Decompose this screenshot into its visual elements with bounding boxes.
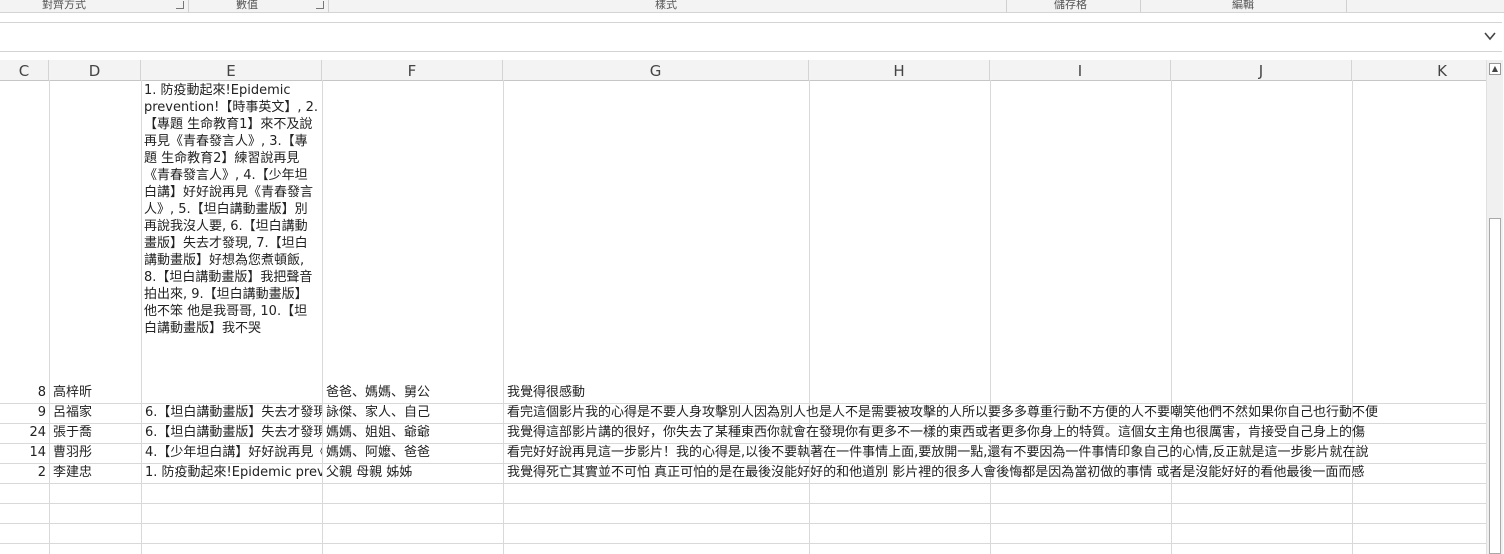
table-cell-e[interactable]: 6.【坦白講動畫版】失去才發現 xyxy=(141,423,322,443)
table-cell-g[interactable]: 我覺得很感動 xyxy=(503,383,809,403)
worksheet-grid: C D E F G H I J K 8 高梓昕 1. 防疫動起來!Epidemi… xyxy=(0,60,1486,554)
table-cell-g[interactable]: 我覺得這部影片講的很好，你失去了某種東西你就會在發現你有更多不一樣的東西或者更多… xyxy=(503,423,1486,443)
table-cell-g[interactable]: 看完好好說再見這一步影片！我的心得是,以後不要執著在一件事情上面,要放開一點,還… xyxy=(503,443,1486,463)
table-cell-e[interactable]: 6.【坦白講動畫版】失去才發現 xyxy=(141,403,322,423)
ribbon-group-number: 數值 xyxy=(236,0,258,11)
alignment-dialog-launcher-icon[interactable] xyxy=(176,1,184,9)
table-cell-c[interactable]: 14 xyxy=(0,443,49,463)
column-header-h[interactable]: H xyxy=(809,60,990,80)
ribbon-separator xyxy=(1346,0,1347,12)
ribbon-group-labels: 對齊方式 數值 樣式 儲存格 編輯 xyxy=(0,0,1504,13)
ribbon-separator xyxy=(328,0,329,12)
number-dialog-launcher-icon[interactable] xyxy=(316,1,324,9)
formula-input[interactable] xyxy=(0,23,1480,51)
table-cell-d[interactable]: 曹羽彤 xyxy=(49,443,141,463)
column-header-d[interactable]: D xyxy=(49,60,141,80)
table-cell-f[interactable]: 媽媽、阿嬤、爸爸 xyxy=(322,443,503,463)
gridline xyxy=(0,543,1486,544)
table-cell-c[interactable]: 9 xyxy=(0,403,49,423)
table-cell-f[interactable]: 爸爸、媽媽、舅公 xyxy=(322,383,503,403)
chevron-down-icon[interactable] xyxy=(1482,29,1498,45)
table-cell-g[interactable]: 我覺得死亡其實並不可怕 真正可怕的是在最後沒能好好的和他道別 影片裡的很多人會後… xyxy=(503,463,1486,483)
table-cell-d[interactable]: 李建忠 xyxy=(49,463,141,483)
table-cell-e[interactable]: 4.【少年坦白講】好好說再見《青春發言人》 xyxy=(141,443,322,463)
ribbon-group-alignment: 對齊方式 xyxy=(42,0,86,11)
scroll-up-arrow-icon[interactable]: ▲ xyxy=(1489,63,1501,75)
ribbon-group-editing: 編輯 xyxy=(1232,0,1254,11)
table-cell-d[interactable]: 呂福家 xyxy=(49,403,141,423)
column-header-i[interactable]: I xyxy=(990,60,1171,80)
column-header-c[interactable]: C xyxy=(0,60,49,80)
ribbon-separator xyxy=(1006,0,1007,12)
table-cell-f[interactable]: 媽媽、姐姐、爺爺 xyxy=(322,423,503,443)
column-header-f[interactable]: F xyxy=(322,60,503,80)
gridline xyxy=(0,503,1486,504)
gridline xyxy=(0,483,1486,484)
column-header-g[interactable]: G xyxy=(503,60,809,80)
ribbon-separator xyxy=(188,0,189,12)
table-cell-d[interactable]: 高梓昕 xyxy=(49,383,141,403)
ribbon-separator xyxy=(1140,0,1141,12)
ribbon-group-styles: 樣式 xyxy=(655,0,677,11)
formula-bar xyxy=(0,22,1502,52)
gridline xyxy=(0,523,1486,524)
table-cell-e-wrapped[interactable]: 1. 防疫動起來!Epidemic prevention!【時事英文】, 2.【… xyxy=(141,82,322,403)
table-cell-c[interactable]: 2 xyxy=(0,463,49,483)
column-header-j[interactable]: J xyxy=(1171,60,1352,80)
table-cell-g[interactable]: 看完這個影片我的心得是不要人身攻擊別人因為別人也是人不是需要被攻擊的人所以要多多… xyxy=(503,403,1486,423)
table-cell-c[interactable]: 8 xyxy=(0,383,49,403)
column-header-k[interactable]: K xyxy=(1352,60,1486,80)
ribbon-group-cells: 儲存格 xyxy=(1054,0,1087,11)
table-cell-d[interactable]: 張于喬 xyxy=(49,423,141,443)
column-headers: C D E F G H I J K xyxy=(0,60,1486,81)
table-cell-c[interactable]: 24 xyxy=(0,423,49,443)
column-header-e[interactable]: E xyxy=(141,60,322,80)
table-cell-f[interactable]: 父親 母親 姊姊 xyxy=(322,463,503,483)
table-cell-e[interactable]: 1. 防疫動起來!Epidemic prevention! xyxy=(141,463,322,483)
table-cell-f[interactable]: 詠傑、家人、自己 xyxy=(322,403,503,423)
scroll-thumb[interactable] xyxy=(1489,218,1501,554)
vertical-scrollbar[interactable]: ▲ xyxy=(1486,60,1503,554)
